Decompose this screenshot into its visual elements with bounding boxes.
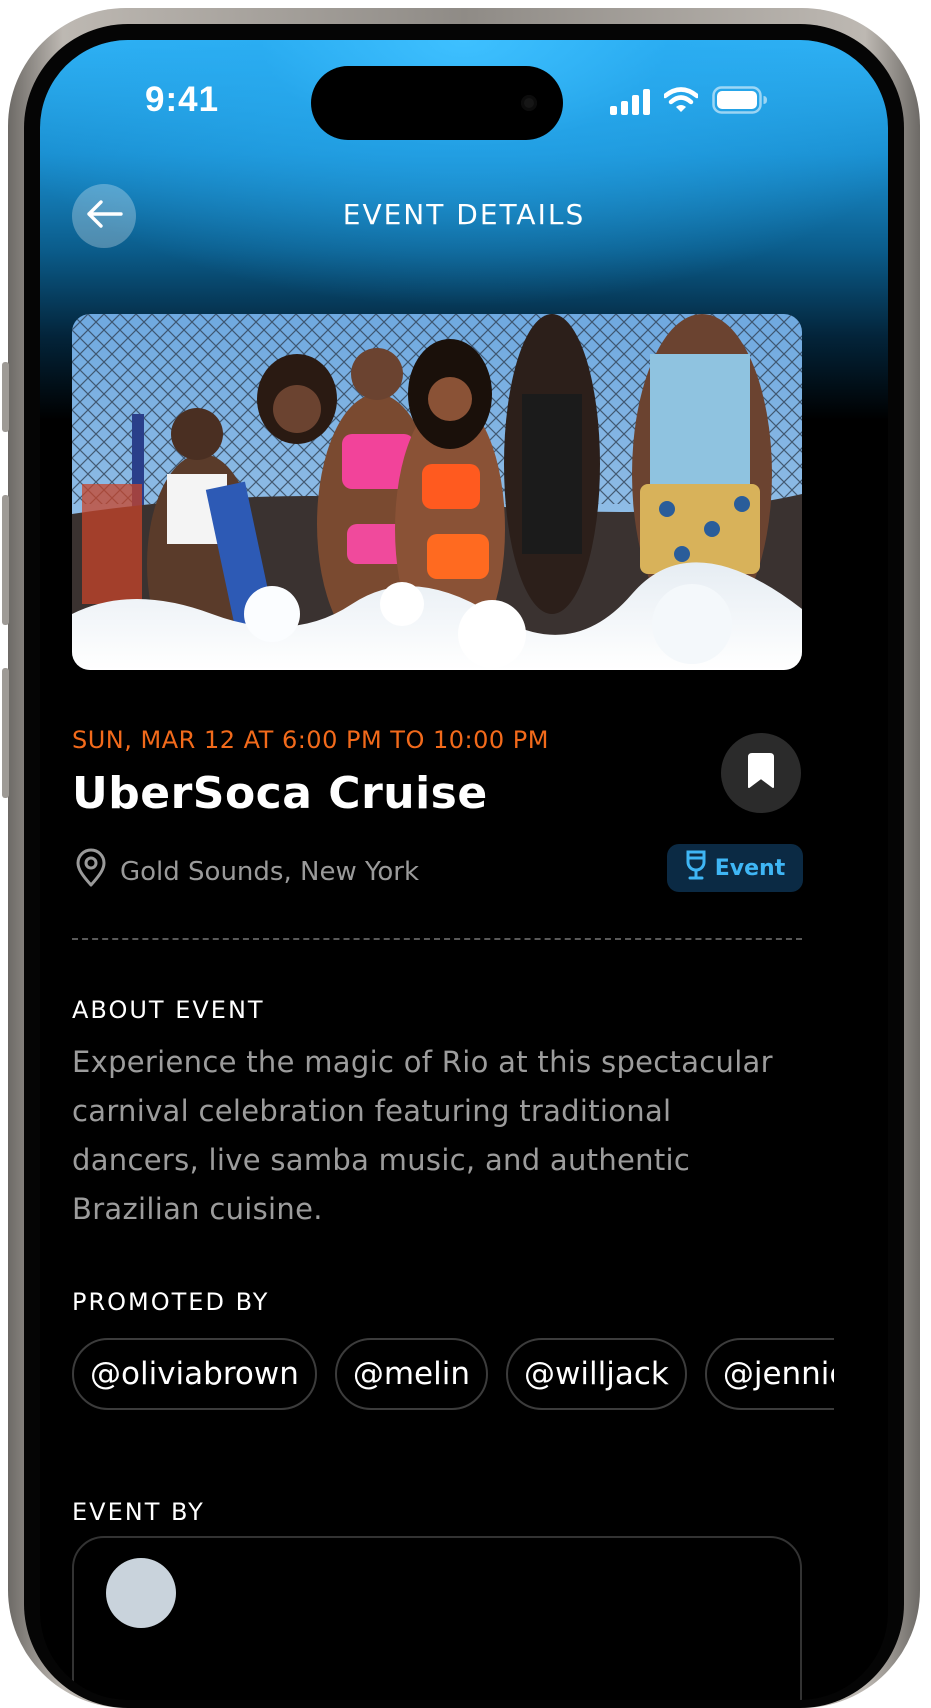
wifi-icon (662, 87, 700, 117)
app-screen: 9:41 EVENT DETAILS SUN, MAR 12 AT 6:00 P… (40, 40, 888, 1700)
event-date-time: SUN, MAR 12 AT 6:00 PM TO 10:00 PM (72, 726, 549, 754)
event-title: UberSoca Cruise (72, 768, 488, 819)
bookmark-icon (746, 752, 776, 794)
map-pin-icon (72, 848, 110, 895)
promoter-chip[interactable]: @jenniec (704, 1338, 834, 1410)
action-button (2, 362, 9, 432)
promoter-chip[interactable]: @oliviabrown (72, 1338, 317, 1410)
about-text: Experience the magic of Rio at this spec… (72, 1045, 773, 1226)
volume-down-button (2, 668, 9, 798)
cellular-signal-icon (610, 89, 650, 115)
volume-up-button (2, 495, 9, 625)
category-tag: Event (667, 844, 803, 892)
dynamic-island (311, 66, 563, 140)
organizer-card[interactable] (72, 1536, 802, 1700)
page-title: EVENT DETAILS (342, 198, 586, 231)
location-text: Gold Sounds, New York (120, 856, 420, 887)
camera-icon (521, 95, 537, 111)
event-location: Gold Sounds, New York (72, 848, 419, 895)
about-heading: ABOUT EVENT (72, 996, 265, 1024)
promoter-chips: @oliviabrown @melin @willjack @jenniec (72, 1338, 834, 1418)
avatar (106, 1558, 176, 1628)
category-tag-label: Event (714, 855, 786, 881)
status-icons (610, 86, 768, 118)
event-hero-image (72, 314, 802, 670)
promoted-heading: PROMOTED BY (72, 1288, 270, 1316)
event-by-heading: EVENT BY (72, 1498, 205, 1526)
section-divider (72, 938, 802, 940)
battery-icon (712, 86, 768, 118)
promoter-chip[interactable]: @melin (334, 1338, 489, 1410)
bookmark-button[interactable] (721, 733, 801, 813)
status-time: 9:41 (145, 80, 220, 119)
wine-glass-icon (685, 850, 707, 886)
promoter-chip[interactable]: @willjack (506, 1338, 687, 1410)
